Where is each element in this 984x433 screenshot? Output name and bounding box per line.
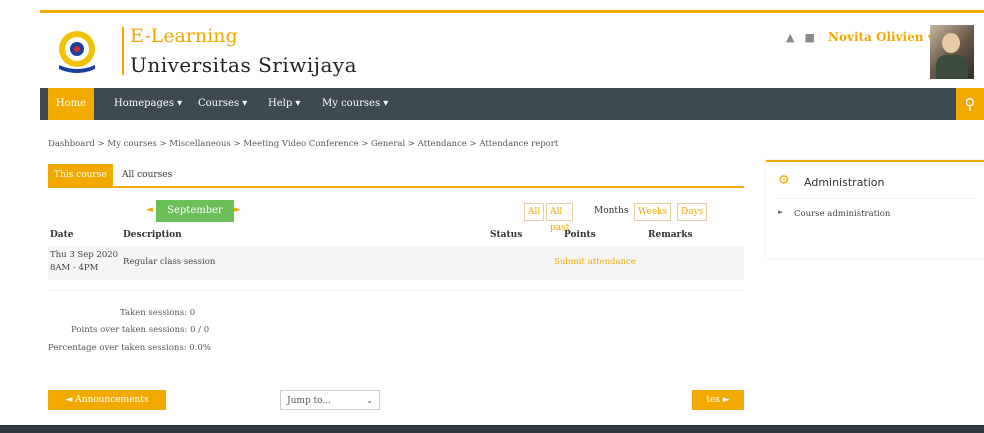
view-weeks-button[interactable]: Weeks [634,203,672,221]
bell-icon[interactable]: ▲ [786,31,794,44]
tab-all-courses[interactable]: All courses [116,164,178,186]
tab-this-course[interactable]: This course [48,164,113,186]
chevron-down-icon: ⌄ [366,396,373,405]
header-icons: ▲ ■ [786,31,825,44]
gears-icon: ⚙ [778,173,790,188]
view-months-label[interactable]: Months [594,203,628,219]
user-menu[interactable]: Novita Olivien ▾ [828,30,934,44]
caret-right-icon[interactable]: ► [778,208,783,216]
brand-title[interactable]: E-Learning [130,25,238,47]
header-date: Date [50,230,74,240]
prev-activity-button[interactable]: ◄ Announcements [48,390,166,410]
brand-subtitle[interactable]: Universitas Sriwijaya [130,53,357,77]
user-name: Novita Olivien [828,30,924,44]
course-tabs: This course All courses [48,164,744,188]
percentage-over-taken: Percentage over taken sessions: 0.0% [48,343,211,353]
course-administration-link[interactable]: Course administration [794,209,890,219]
row-time: 8AM - 4PM [50,263,99,273]
admin-divider [776,198,974,199]
view-days-button[interactable]: Days [677,203,708,221]
page-footer [0,425,984,433]
avatar-face [942,33,960,53]
nav-courses[interactable]: Courses ▾ [198,88,247,120]
nav-help[interactable]: Help ▾ [268,88,300,120]
view-all-button[interactable]: All [524,203,545,221]
search-button[interactable]: ⚲ [956,88,984,120]
next-month-icon[interactable]: ► [234,205,241,215]
nav-home[interactable]: Home [48,88,94,120]
administration-title: Administration [804,176,885,189]
administration-block: ⚙ Administration ► Course administration [766,160,984,258]
table-row: Thu 3 Sep 2020 8AM - 4PM Regular class s… [48,246,744,280]
avatar[interactable] [930,25,974,79]
nav-my-courses[interactable]: My courses ▾ [322,88,388,120]
nav-homepages[interactable]: Homepages ▾ [114,88,182,120]
jump-to-label: Jump to... [287,396,332,406]
row-description: Regular class session [123,257,216,267]
brand-divider [122,27,124,75]
table-divider [48,290,744,291]
taken-sessions: Taken sessions: 0 [120,308,196,318]
next-activity-button[interactable]: tes ► [692,390,744,410]
header-description: Description [123,230,182,240]
submit-attendance-link[interactable]: Submit attendance [554,257,636,267]
avatar-body [936,55,968,79]
main-navbar: Home Homepages ▾ Courses ▾ Help ▾ My cou… [40,88,956,120]
jump-to-select[interactable]: Jump to... ⌄ [280,390,380,410]
site-header: E-Learning Universitas Sriwijaya ▲ ■ Novi… [40,13,984,88]
row-date: Thu 3 Sep 2020 [50,250,119,260]
header-status: Status [490,230,523,240]
current-month[interactable]: September [156,200,234,222]
header-points: Points [564,230,596,240]
prev-month-icon[interactable]: ◄ [146,205,153,215]
university-logo[interactable] [54,27,100,73]
header-remarks: Remarks [648,230,693,240]
view-all-past-button[interactable]: All past [546,203,574,233]
search-icon: ⚲ [964,95,976,113]
points-over-taken: Points over taken sessions: 0 / 0 [71,325,210,335]
message-icon[interactable]: ■ [804,31,814,44]
breadcrumb[interactable]: Dashboard > My courses > Miscellaneous >… [48,139,558,149]
